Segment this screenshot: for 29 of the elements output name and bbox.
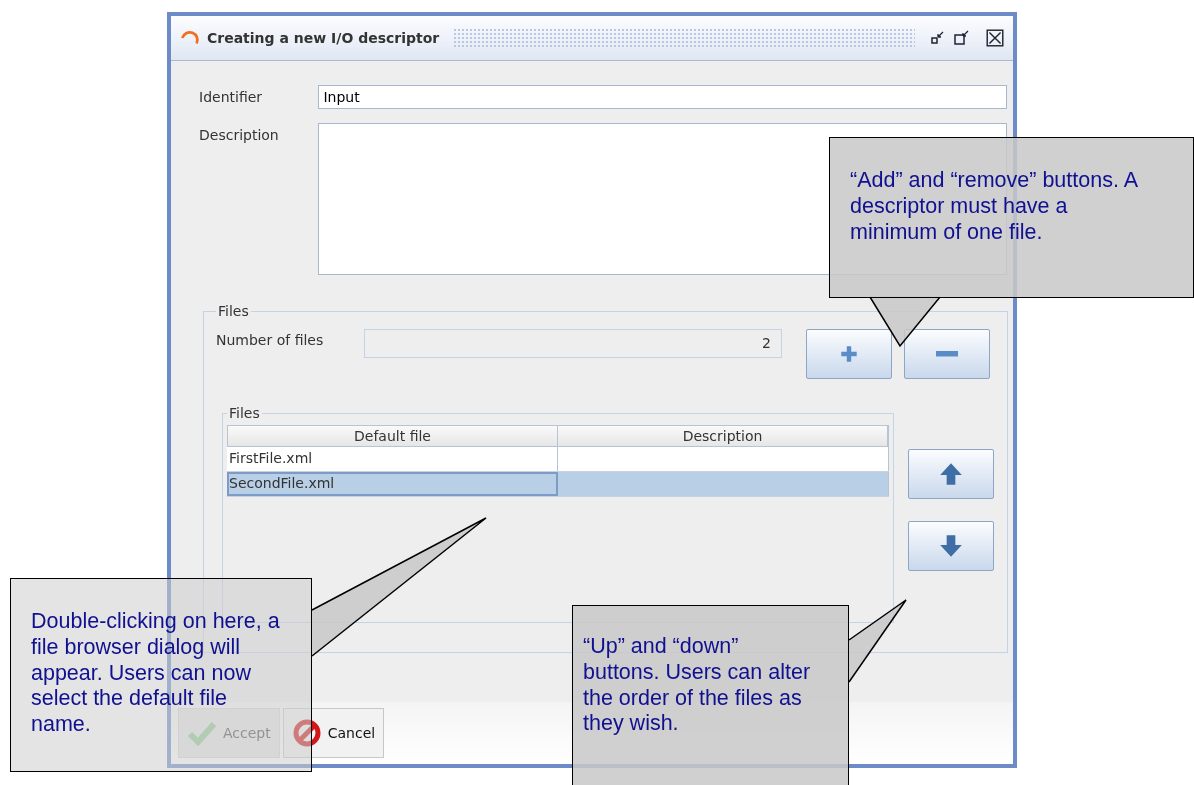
table-row[interactable]: SecondFile.xml (227, 472, 889, 497)
window-title: Creating a new I/O descriptor (207, 30, 440, 46)
column-header[interactable]: Default file (228, 426, 558, 446)
number-of-files-label: Number of files (216, 331, 325, 348)
number-of-files-field: 2 (364, 329, 782, 358)
description-label: Description (199, 126, 280, 145)
up-arrow-icon (938, 461, 964, 487)
plus-icon (838, 343, 860, 365)
group-title: Files (217, 303, 250, 319)
callout-pointer-tooltip (869, 296, 941, 348)
minus-icon (936, 351, 958, 357)
table-cell: FirstFile.xml (227, 447, 558, 471)
identifier-label: Identifier (199, 88, 264, 107)
maximize-icon[interactable] (953, 29, 971, 47)
no-entry-icon (291, 718, 322, 748)
cancel-button[interactable]: Cancel (282, 708, 385, 758)
close-icon[interactable] (985, 28, 1005, 48)
down-arrow-icon (938, 533, 964, 559)
group-title: Files (228, 405, 261, 421)
column-header[interactable]: Description (558, 426, 888, 446)
callout-tooltip: “Add” and “remove” buttons. A descriptor must have a minimum of one file. (829, 137, 1194, 298)
table-row[interactable]: FirstFile.xml (227, 447, 889, 472)
add-button[interactable] (806, 329, 892, 379)
remove-button[interactable] (904, 329, 990, 379)
move-up-button[interactable] (908, 449, 994, 499)
table-cell: SecondFile.xml (227, 472, 558, 496)
identifier-field[interactable]: Input (318, 85, 1007, 109)
callout-tooltip: “Up” and “down” buttons. Users can alter the order of the files as they wish. (572, 605, 849, 785)
move-down-button[interactable] (908, 521, 994, 571)
